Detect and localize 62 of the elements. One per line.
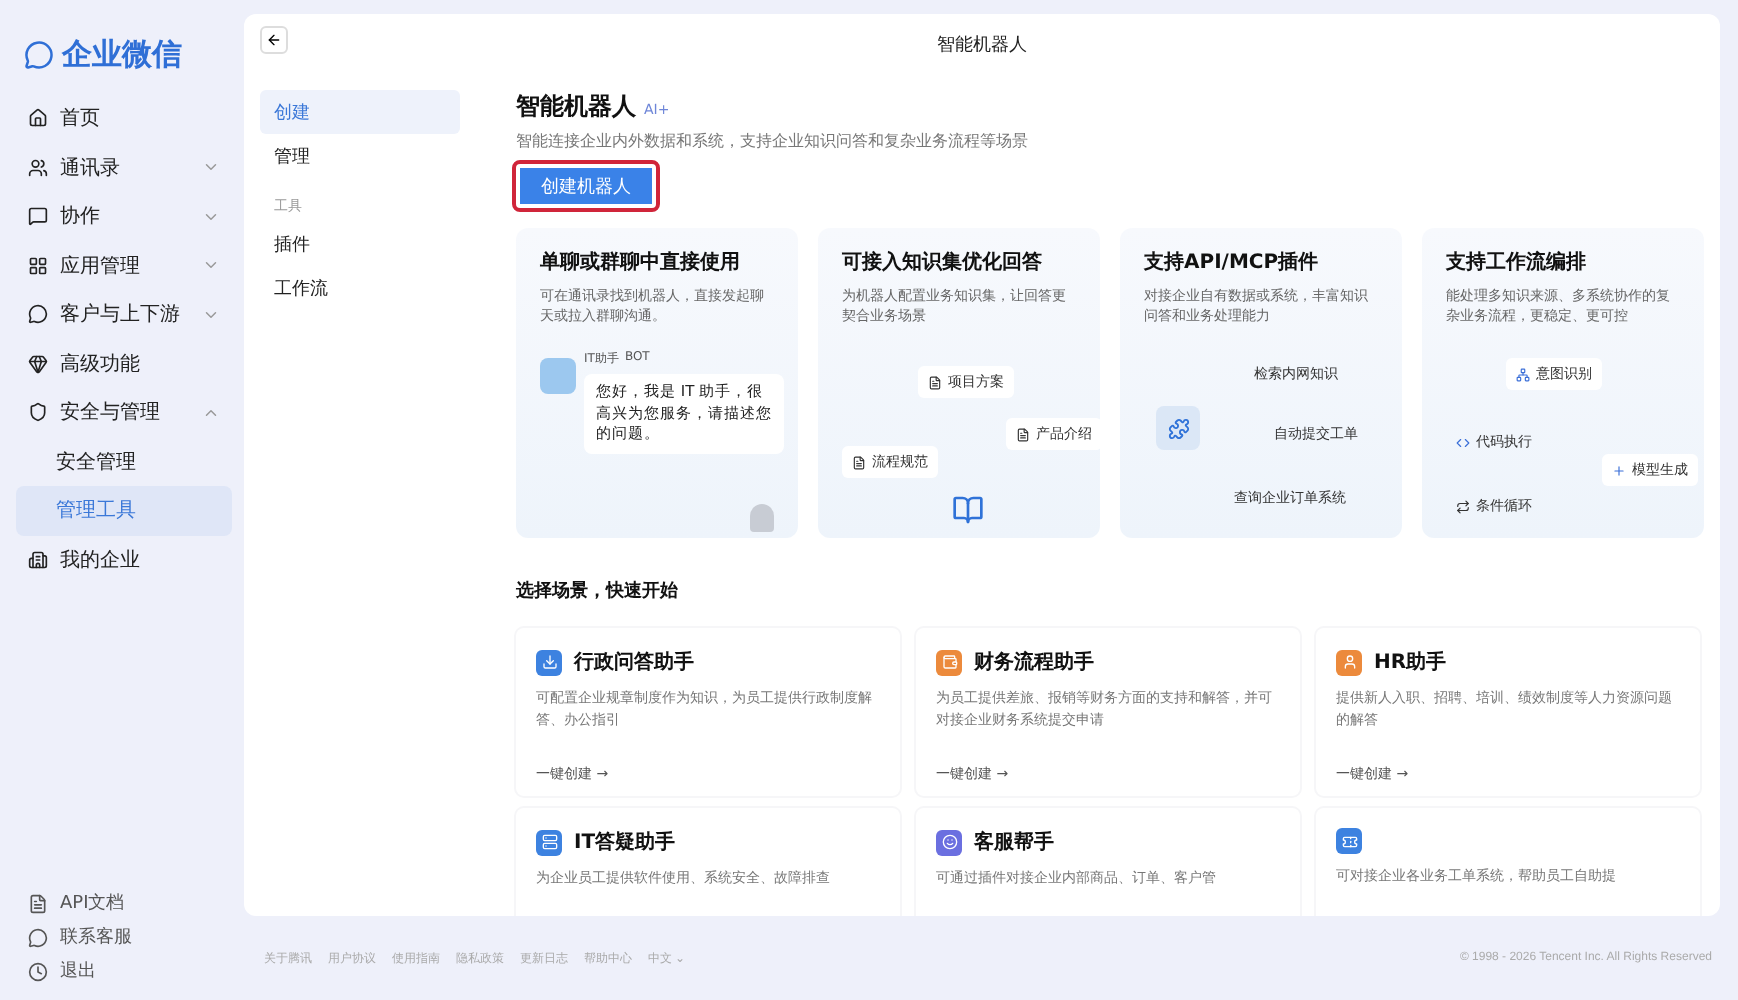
nav-subitem[interactable]: 管理工具 — [16, 486, 232, 535]
scenario-glyph-icon — [1341, 654, 1357, 670]
back-arrow-icon — [266, 32, 282, 48]
subnav-item[interactable]: 插件 — [260, 222, 460, 266]
contacts-icon — [28, 157, 48, 178]
brand-name: 企业微信 — [62, 36, 182, 74]
diamond-icon — [28, 353, 48, 374]
clock-icon — [28, 961, 48, 981]
subnav-item[interactable]: 工作流 — [260, 266, 460, 310]
scenario-title: 客服帮手 — [974, 828, 1054, 856]
subnav-item[interactable]: 创建 — [260, 90, 460, 134]
feature-title: 单聊或群聊中直接使用 — [540, 249, 742, 276]
feature-title: 支持工作流编排 — [1446, 248, 1588, 276]
create-robot-button[interactable]: 创建机器人 — [516, 164, 656, 208]
back-button[interactable] — [260, 26, 288, 54]
building-icon — [28, 549, 48, 570]
scenario-glyph-icon — [941, 654, 957, 670]
scenario-title: IT答疑助手 — [574, 829, 676, 856]
scenario-glyph-icon — [541, 834, 557, 850]
section-title: 智能机器人 — [516, 90, 636, 124]
nav-item[interactable]: 安全与管理 — [16, 388, 232, 437]
scenario-title: HR助手 — [1374, 649, 1447, 676]
sidebar-link[interactable]: 退出 — [16, 954, 232, 988]
subnav-item[interactable]: 管理 — [260, 134, 460, 178]
code-icon — [1456, 435, 1470, 450]
nav-item[interactable]: 通讯录 — [16, 143, 232, 192]
scenario-glyph-icon — [941, 834, 957, 850]
nav-item[interactable]: 首页 — [16, 94, 232, 143]
nav-item[interactable]: 客户与上下游 — [16, 290, 232, 339]
chat-bubble-icon — [28, 927, 48, 947]
nav-item[interactable]: 协作 — [16, 192, 232, 241]
page-title: 智能机器人 — [937, 33, 1027, 57]
nav-item[interactable]: 高级功能 — [16, 339, 232, 388]
nav-item[interactable]: 应用管理 — [16, 241, 232, 290]
book-icon — [952, 494, 984, 527]
section-description: 智能连接企业内外数据和系统，支持企业知识问答和复杂业务流程等场景 — [516, 130, 1030, 152]
feature-title: 支持API/MCP插件 — [1144, 249, 1321, 276]
bot-avatar-icon — [540, 358, 576, 395]
scenario-title: 财务流程助手 — [974, 648, 1094, 676]
puzzle-icon — [1156, 406, 1200, 451]
chat-bubble-icon — [28, 304, 48, 325]
apps-grid-icon — [28, 255, 48, 276]
scenario-title: 行政问答助手 — [574, 649, 694, 676]
loop-icon — [1456, 499, 1470, 514]
home-icon — [28, 108, 48, 129]
document-icon — [928, 375, 942, 390]
shield-icon — [28, 402, 48, 423]
plus-icon — [1612, 463, 1626, 478]
sidebar-link[interactable]: 联系客服 — [16, 920, 232, 954]
sidebar-link[interactable]: API文档 — [16, 886, 232, 920]
feature-title: 可接入知识集优化回答 — [842, 249, 1044, 276]
nav-subitem[interactable]: 安全管理 — [16, 437, 232, 486]
document-icon — [28, 893, 48, 913]
chat-icon — [28, 206, 48, 227]
document-icon — [1016, 427, 1030, 442]
document-icon — [852, 455, 866, 470]
nav-item[interactable]: 我的企业 — [16, 535, 232, 584]
network-icon — [1516, 367, 1530, 382]
scenario-glyph-icon — [541, 654, 557, 670]
scenario-glyph-icon — [1341, 833, 1357, 849]
scenarios-title: 选择场景，快速开始 — [516, 578, 680, 604]
logo-icon — [24, 40, 54, 70]
